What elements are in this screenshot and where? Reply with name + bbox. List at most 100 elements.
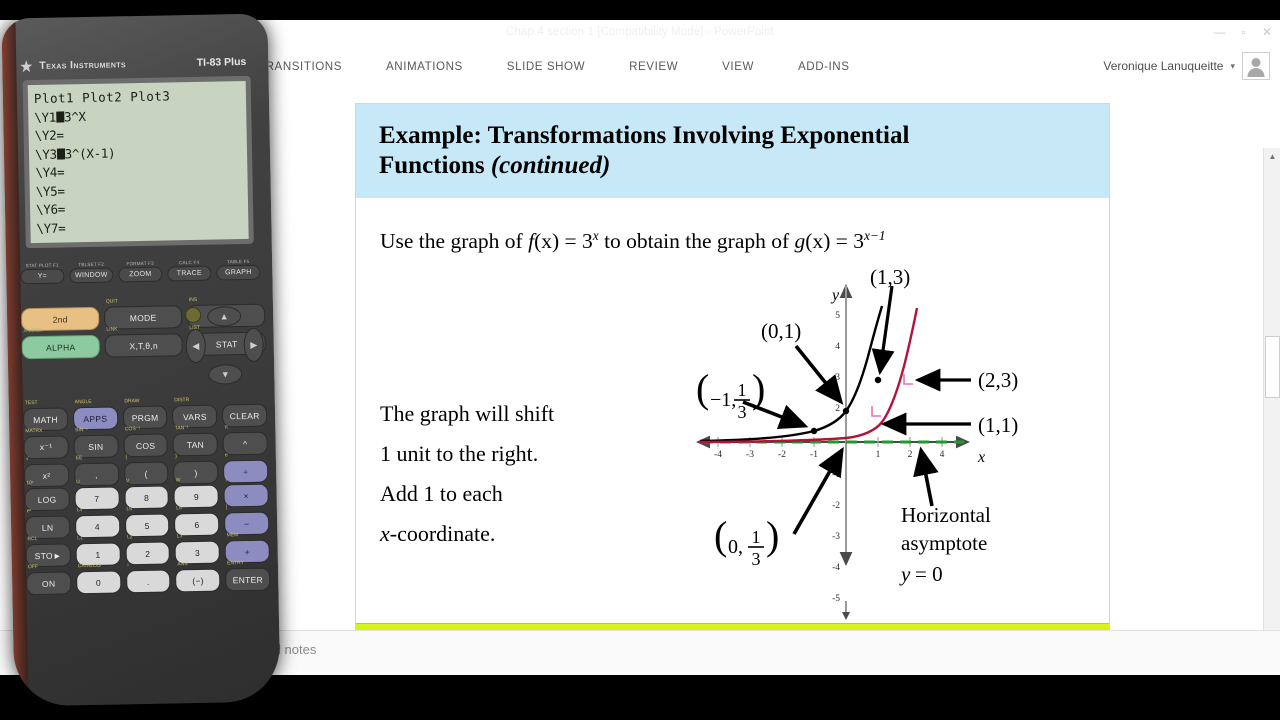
close-button[interactable]: ✕	[1262, 26, 1272, 38]
tab-view[interactable]: VIEW	[700, 60, 776, 73]
svg-text:y: y	[830, 287, 840, 304]
explanation-line-1: The graph will shift	[380, 401, 555, 426]
key-alpha[interactable]: A-LOCK ALPHA	[21, 328, 100, 360]
texas-instruments-logo-icon	[20, 60, 32, 72]
calculator-number-pad: 10ˣ LOG U7 V8 W9 [× eˣ LN L4 4 L5 5 L6 6 ] − R…	[24, 476, 271, 601]
function-g-name: g	[794, 229, 806, 254]
calculator-lcd-screen: Plot1 Plot2 Plot3 \Y1 3^X \Y2= \Y3 3^(X-1)…	[27, 80, 249, 244]
svg-text:): )	[766, 513, 779, 558]
brand-name: Texas Instruments	[39, 58, 127, 72]
account-name: Veronique Lanuqueitte	[1103, 59, 1224, 73]
tab-review[interactable]: REVIEW	[607, 60, 700, 73]
key-xton[interactable]: LINK X,T,θ,n	[104, 326, 183, 358]
calculator-arrow-pad[interactable]: ▲ ◀ ▶ ▼	[184, 306, 265, 385]
key-row-trig: MATRX x⁻¹ SIN⁻¹ SIN COS⁻¹ COS TAN⁻¹ TAN π ^	[23, 424, 268, 460]
key-row-0: OFF ON CATALOG 0 i. ANS (−) ENTRY ENTER	[26, 560, 271, 596]
key-2[interactable]: L2 2	[125, 534, 171, 566]
key-caret[interactable]: π ^	[222, 424, 268, 456]
svg-text:3: 3	[835, 373, 840, 383]
tab-slide-show[interactable]: SLIDE SHOW	[485, 60, 607, 73]
function-g-exponent: x−1	[863, 228, 886, 243]
prompt-lead: Use the graph of	[380, 229, 523, 254]
arrow-left-icon[interactable]: ◀	[185, 328, 207, 364]
key-graph[interactable]: TABLE F5 GRAPH	[216, 259, 261, 281]
page-title: Example: Transformations Involving Expon…	[379, 121, 1079, 181]
key-row-paren: √ x² EE, {( }) e ÷	[23, 452, 269, 488]
key-y-equals[interactable]: STAT PLOT F1 Y=	[20, 262, 65, 285]
key-tan[interactable]: TAN⁻¹ TAN	[172, 425, 219, 457]
explanation-text: The graph will shift 1 unit to the right…	[380, 394, 680, 554]
key-multiply[interactable]: [×	[223, 476, 269, 508]
svg-text:(: (	[696, 366, 709, 411]
coordinate-word: -coordinate.	[389, 521, 496, 546]
svg-text:−1,: −1,	[710, 389, 736, 411]
key-row-math: TEST MATH ANGLE APPS DRAW PRGM DISTR VARS CL…	[22, 397, 268, 432]
svg-text:-3: -3	[832, 532, 840, 542]
calculator-screen-bezel: Plot1 Plot2 Plot3 \Y1 3^X \Y2= \Y3 3^(X-1)…	[22, 75, 254, 249]
account-area[interactable]: Veronique Lanuqueitte ▾	[1103, 48, 1270, 84]
key-divide[interactable]: e ÷	[223, 452, 269, 484]
restore-button[interactable]: ▫	[1242, 26, 1246, 38]
svg-text:Horizontal: Horizontal	[901, 503, 991, 527]
svg-text:-2: -2	[832, 501, 840, 511]
avatar[interactable]	[1242, 52, 1270, 80]
key-enter[interactable]: ENTRY ENTER	[225, 560, 271, 592]
key-left-paren[interactable]: {(	[123, 454, 169, 486]
exponential-graph: -4 -3 -2 -1 1 2 4 x y 5 4 3 2 -1 -2 -3 -…	[686, 254, 1096, 654]
vertical-scrollbar[interactable]: ▲ ▼ ⇞ ⇟	[1263, 148, 1280, 675]
minimize-button[interactable]: —	[1214, 26, 1226, 38]
window-controls[interactable]: — ▫ ✕	[1152, 22, 1272, 42]
ribbon-tab-list: TRANSITIONS ANIMATIONS SLIDE SHOW REVIEW…	[248, 48, 872, 84]
key-row-789: 10ˣ LOG U7 V8 W9 [×	[24, 476, 269, 512]
arrow-up-icon[interactable]: ▲	[206, 306, 242, 327]
svg-text:asymptote: asymptote	[901, 531, 987, 555]
calculator-function-key-row: STAT PLOT F1 Y= TBLSET F2 WINDOW FORMAT …	[20, 259, 261, 285]
scroll-up-icon[interactable]: ▲	[1264, 148, 1280, 165]
explanation-line-4: x-coordinate.	[380, 514, 680, 554]
explanation-line-3: Add 1 to each	[380, 481, 503, 506]
chevron-down-icon[interactable]: ▾	[1230, 61, 1235, 72]
screen-letterbox: Chap 4 section 1 [Compatibility Mode] - …	[0, 0, 1280, 720]
arrow-right-icon[interactable]: ▶	[243, 327, 265, 363]
svg-text:-1: -1	[810, 450, 818, 460]
tab-animations[interactable]: ANIMATIONS	[364, 60, 485, 73]
scrollbar-thumb[interactable]	[1265, 336, 1280, 398]
x-variable: x	[380, 521, 390, 546]
svg-text:(1,3): (1,3)	[870, 265, 910, 289]
svg-text:-4: -4	[714, 450, 722, 460]
key-comma[interactable]: EE,	[73, 455, 119, 487]
ti-calculator-overlay: Texas Instruments TI-83 Plus Plot1 Plot2…	[1, 13, 281, 707]
key-clear[interactable]: CLEAR	[222, 403, 268, 428]
arrow-pad-center	[184, 306, 202, 324]
key-cos[interactable]: COS⁻¹ COS	[123, 426, 169, 458]
svg-text:(2,3): (2,3)	[978, 368, 1018, 392]
key-zoom[interactable]: FORMAT F3 ZOOM	[118, 261, 163, 283]
svg-text:-2: -2	[778, 450, 786, 460]
svg-text:(: (	[714, 513, 727, 558]
key-x-inverse[interactable]: MATRX x⁻¹	[23, 428, 69, 460]
slide-title-line2: Functions	[379, 152, 485, 179]
key-negate[interactable]: ANS (−)	[175, 561, 221, 593]
arrow-down-icon[interactable]: ▼	[208, 364, 243, 385]
key-on[interactable]: OFF ON	[26, 564, 72, 596]
svg-text:-3: -3	[746, 450, 754, 460]
calculator-brand: Texas Instruments TI-83 Plus	[20, 52, 252, 76]
tab-add-ins[interactable]: ADD-INS	[776, 60, 872, 73]
svg-text:1: 1	[752, 527, 761, 547]
key-trace[interactable]: CALC F4 TRACE	[167, 260, 212, 282]
key-0[interactable]: CATALOG 0	[75, 563, 122, 595]
function-g-arg: (x) = 3	[805, 229, 864, 254]
slide-canvas[interactable]: Example: Transformations Involving Expon…	[355, 103, 1110, 669]
key-decimal-point[interactable]: i.	[125, 562, 171, 594]
svg-text:4: 4	[940, 450, 945, 460]
calculator-model: TI-83 Plus	[196, 55, 247, 69]
key-window[interactable]: TBLSET F2 WINDOW	[69, 262, 114, 284]
svg-text:-5: -5	[832, 594, 840, 604]
explanation-line-2: 1 unit to the right.	[380, 441, 539, 466]
svg-text:3: 3	[752, 549, 761, 569]
function-f-arg: (x) = 3	[534, 229, 593, 254]
slide-title-line1: Example: Transformations Involving Expon…	[379, 122, 910, 149]
svg-text:2: 2	[908, 450, 913, 460]
svg-text:1: 1	[738, 380, 747, 400]
slide-title-continued: (continued)	[490, 152, 611, 179]
